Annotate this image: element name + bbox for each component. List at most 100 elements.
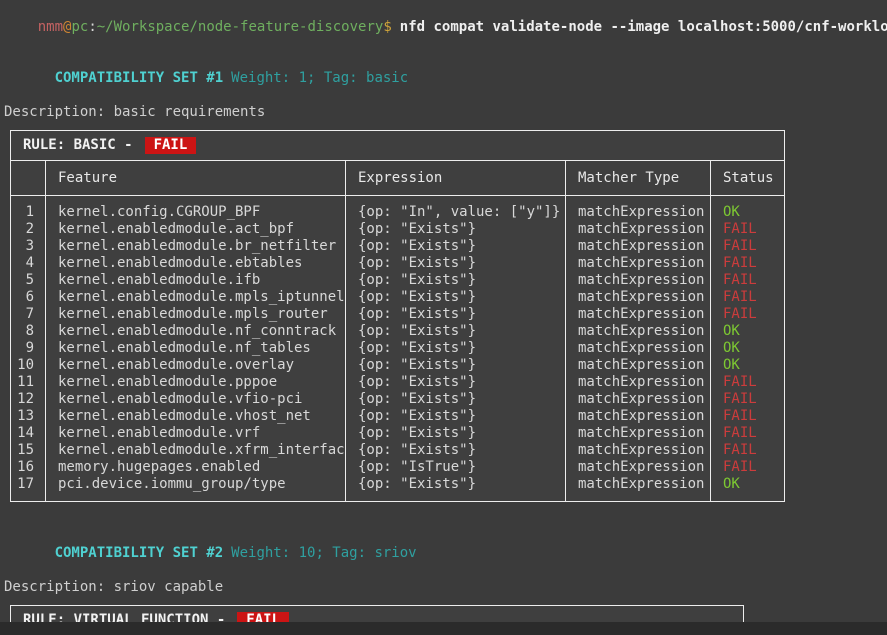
table-row: 5kernel.enabledmodule.ifb{op: "Exists"}m… <box>11 272 784 289</box>
header-status: Status <box>711 161 784 195</box>
feature-cell: kernel.enabledmodule.vfio-pci <box>46 391 346 408</box>
table-row: 12kernel.enabledmodule.vfio-pci{op: "Exi… <box>11 391 784 408</box>
feature-cell: kernel.enabledmodule.ebtables <box>46 255 346 272</box>
expression-cell: {op: "Exists"} <box>346 306 566 323</box>
expression-cell: {op: "Exists"} <box>346 374 566 391</box>
status-cell: OK <box>711 476 784 501</box>
row-number-cell: 3 <box>11 238 46 255</box>
rule-name: RULE: BASIC - <box>23 137 133 154</box>
feature-cell: kernel.config.CGROUP_BPF <box>46 196 346 221</box>
row-number-cell: 10 <box>11 357 46 374</box>
prompt-dollar: $ <box>383 19 391 35</box>
expression-cell: {op: "Exists"} <box>346 272 566 289</box>
matcher-type-cell: matchExpression <box>566 340 711 357</box>
feature-cell: kernel.enabledmodule.ifb <box>46 272 346 289</box>
window-bottom-edge <box>0 622 887 635</box>
table-row: 17pci.device.iommu_group/type{op: "Exist… <box>11 476 784 501</box>
status-cell: FAIL <box>711 238 784 255</box>
status-cell: OK <box>711 196 784 221</box>
expression-cell: {op: "Exists"} <box>346 323 566 340</box>
row-number-cell: 17 <box>11 476 46 501</box>
expression-cell: {op: "IsTrue"} <box>346 459 566 476</box>
table-row: 7kernel.enabledmodule.mpls_router{op: "E… <box>11 306 784 323</box>
table-row: 6kernel.enabledmodule.mpls_iptunnel{op: … <box>11 289 784 306</box>
matcher-type-cell: matchExpression <box>566 272 711 289</box>
table-row: 1kernel.config.CGROUP_BPF{op: "In", valu… <box>11 196 784 221</box>
feature-cell: kernel.enabledmodule.overlay <box>46 357 346 374</box>
expression-cell: {op: "Exists"} <box>346 442 566 459</box>
prompt-colon: : <box>88 19 96 35</box>
feature-cell: memory.hugepages.enabled <box>46 459 346 476</box>
status-cell: OK <box>711 340 784 357</box>
expression-cell: {op: "Exists"} <box>346 357 566 374</box>
feature-cell: kernel.enabledmodule.vrf <box>46 425 346 442</box>
matcher-type-cell: matchExpression <box>566 289 711 306</box>
rule-table-basic: RULE: BASIC - FAIL Feature Expression Ma… <box>10 130 785 502</box>
row-number-cell: 11 <box>11 374 46 391</box>
set-weight-tag: Weight: 1; Tag: basic <box>231 70 408 86</box>
set-description: Description: sriov capable <box>4 579 887 596</box>
table-header-row: Feature Expression Matcher Type Status <box>11 161 784 196</box>
feature-cell: kernel.enabledmodule.pppoe <box>46 374 346 391</box>
feature-cell: kernel.enabledmodule.br_netfilter <box>46 238 346 255</box>
expression-cell: {op: "Exists"} <box>346 255 566 272</box>
matcher-type-cell: matchExpression <box>566 476 711 501</box>
row-number-cell: 13 <box>11 408 46 425</box>
matcher-type-cell: matchExpression <box>566 374 711 391</box>
feature-cell: kernel.enabledmodule.xfrm_interface <box>46 442 346 459</box>
header-expression: Expression <box>346 161 566 195</box>
status-cell: FAIL <box>711 374 784 391</box>
table-row: 3kernel.enabledmodule.br_netfilter{op: "… <box>11 238 784 255</box>
row-number-cell: 9 <box>11 340 46 357</box>
feature-cell: kernel.enabledmodule.mpls_iptunnel <box>46 289 346 306</box>
status-cell: FAIL <box>711 425 784 442</box>
status-cell: FAIL <box>711 391 784 408</box>
expression-cell: {op: "Exists"} <box>346 476 566 501</box>
status-cell: FAIL <box>711 408 784 425</box>
status-cell: OK <box>711 323 784 340</box>
matcher-type-cell: matchExpression <box>566 196 711 221</box>
set-description: Description: basic requirements <box>4 104 887 121</box>
feature-cell: pci.device.iommu_group/type <box>46 476 346 501</box>
matcher-type-cell: matchExpression <box>566 357 711 374</box>
terminal-window[interactable]: nmm@pc:~/Workspace/node-feature-discover… <box>0 0 887 635</box>
set-title: COMPATIBILITY SET #2 <box>55 545 224 561</box>
prompt-line: nmm@pc:~/Workspace/node-feature-discover… <box>4 2 887 53</box>
table-row: 13kernel.enabledmodule.vhost_net{op: "Ex… <box>11 408 784 425</box>
table-row: 9kernel.enabledmodule.nf_tables{op: "Exi… <box>11 340 784 357</box>
set-title-line: COMPATIBILITY SET #2Weight: 10; Tag: sri… <box>4 528 887 579</box>
matcher-type-cell: matchExpression <box>566 408 711 425</box>
header-index <box>11 161 46 195</box>
row-number-cell: 14 <box>11 425 46 442</box>
set-title: COMPATIBILITY SET #1 <box>55 70 224 86</box>
status-cell: FAIL <box>711 272 784 289</box>
row-number-cell: 12 <box>11 391 46 408</box>
prompt-path: ~/Workspace/node-feature-discovery <box>97 19 384 35</box>
table-row: 10kernel.enabledmodule.overlay{op: "Exis… <box>11 357 784 374</box>
matcher-type-cell: matchExpression <box>566 391 711 408</box>
row-number-cell: 8 <box>11 323 46 340</box>
matcher-type-cell: matchExpression <box>566 442 711 459</box>
table-row: 11kernel.enabledmodule.pppoe{op: "Exists… <box>11 374 784 391</box>
row-number-cell: 15 <box>11 442 46 459</box>
table-row: 14kernel.enabledmodule.vrf{op: "Exists"}… <box>11 425 784 442</box>
table-row: 15kernel.enabledmodule.xfrm_interface{op… <box>11 442 784 459</box>
expression-cell: {op: "Exists"} <box>346 238 566 255</box>
matcher-type-cell: matchExpression <box>566 221 711 238</box>
table-body: 1kernel.config.CGROUP_BPF{op: "In", valu… <box>11 196 784 501</box>
expression-cell: {op: "Exists"} <box>346 340 566 357</box>
status-cell: FAIL <box>711 306 784 323</box>
feature-cell: kernel.enabledmodule.nf_conntrack <box>46 323 346 340</box>
expression-cell: {op: "Exists"} <box>346 221 566 238</box>
row-number-cell: 7 <box>11 306 46 323</box>
status-cell: OK <box>711 357 784 374</box>
status-cell: FAIL <box>711 442 784 459</box>
matcher-type-cell: matchExpression <box>566 459 711 476</box>
matcher-type-cell: matchExpression <box>566 425 711 442</box>
row-number-cell: 5 <box>11 272 46 289</box>
matcher-type-cell: matchExpression <box>566 238 711 255</box>
expression-cell: {op: "Exists"} <box>346 289 566 306</box>
expression-cell: {op: "Exists"} <box>346 425 566 442</box>
compatibility-set-2: COMPATIBILITY SET #2Weight: 10; Tag: sri… <box>4 528 887 635</box>
rule-title-row: RULE: BASIC - FAIL <box>11 131 784 161</box>
